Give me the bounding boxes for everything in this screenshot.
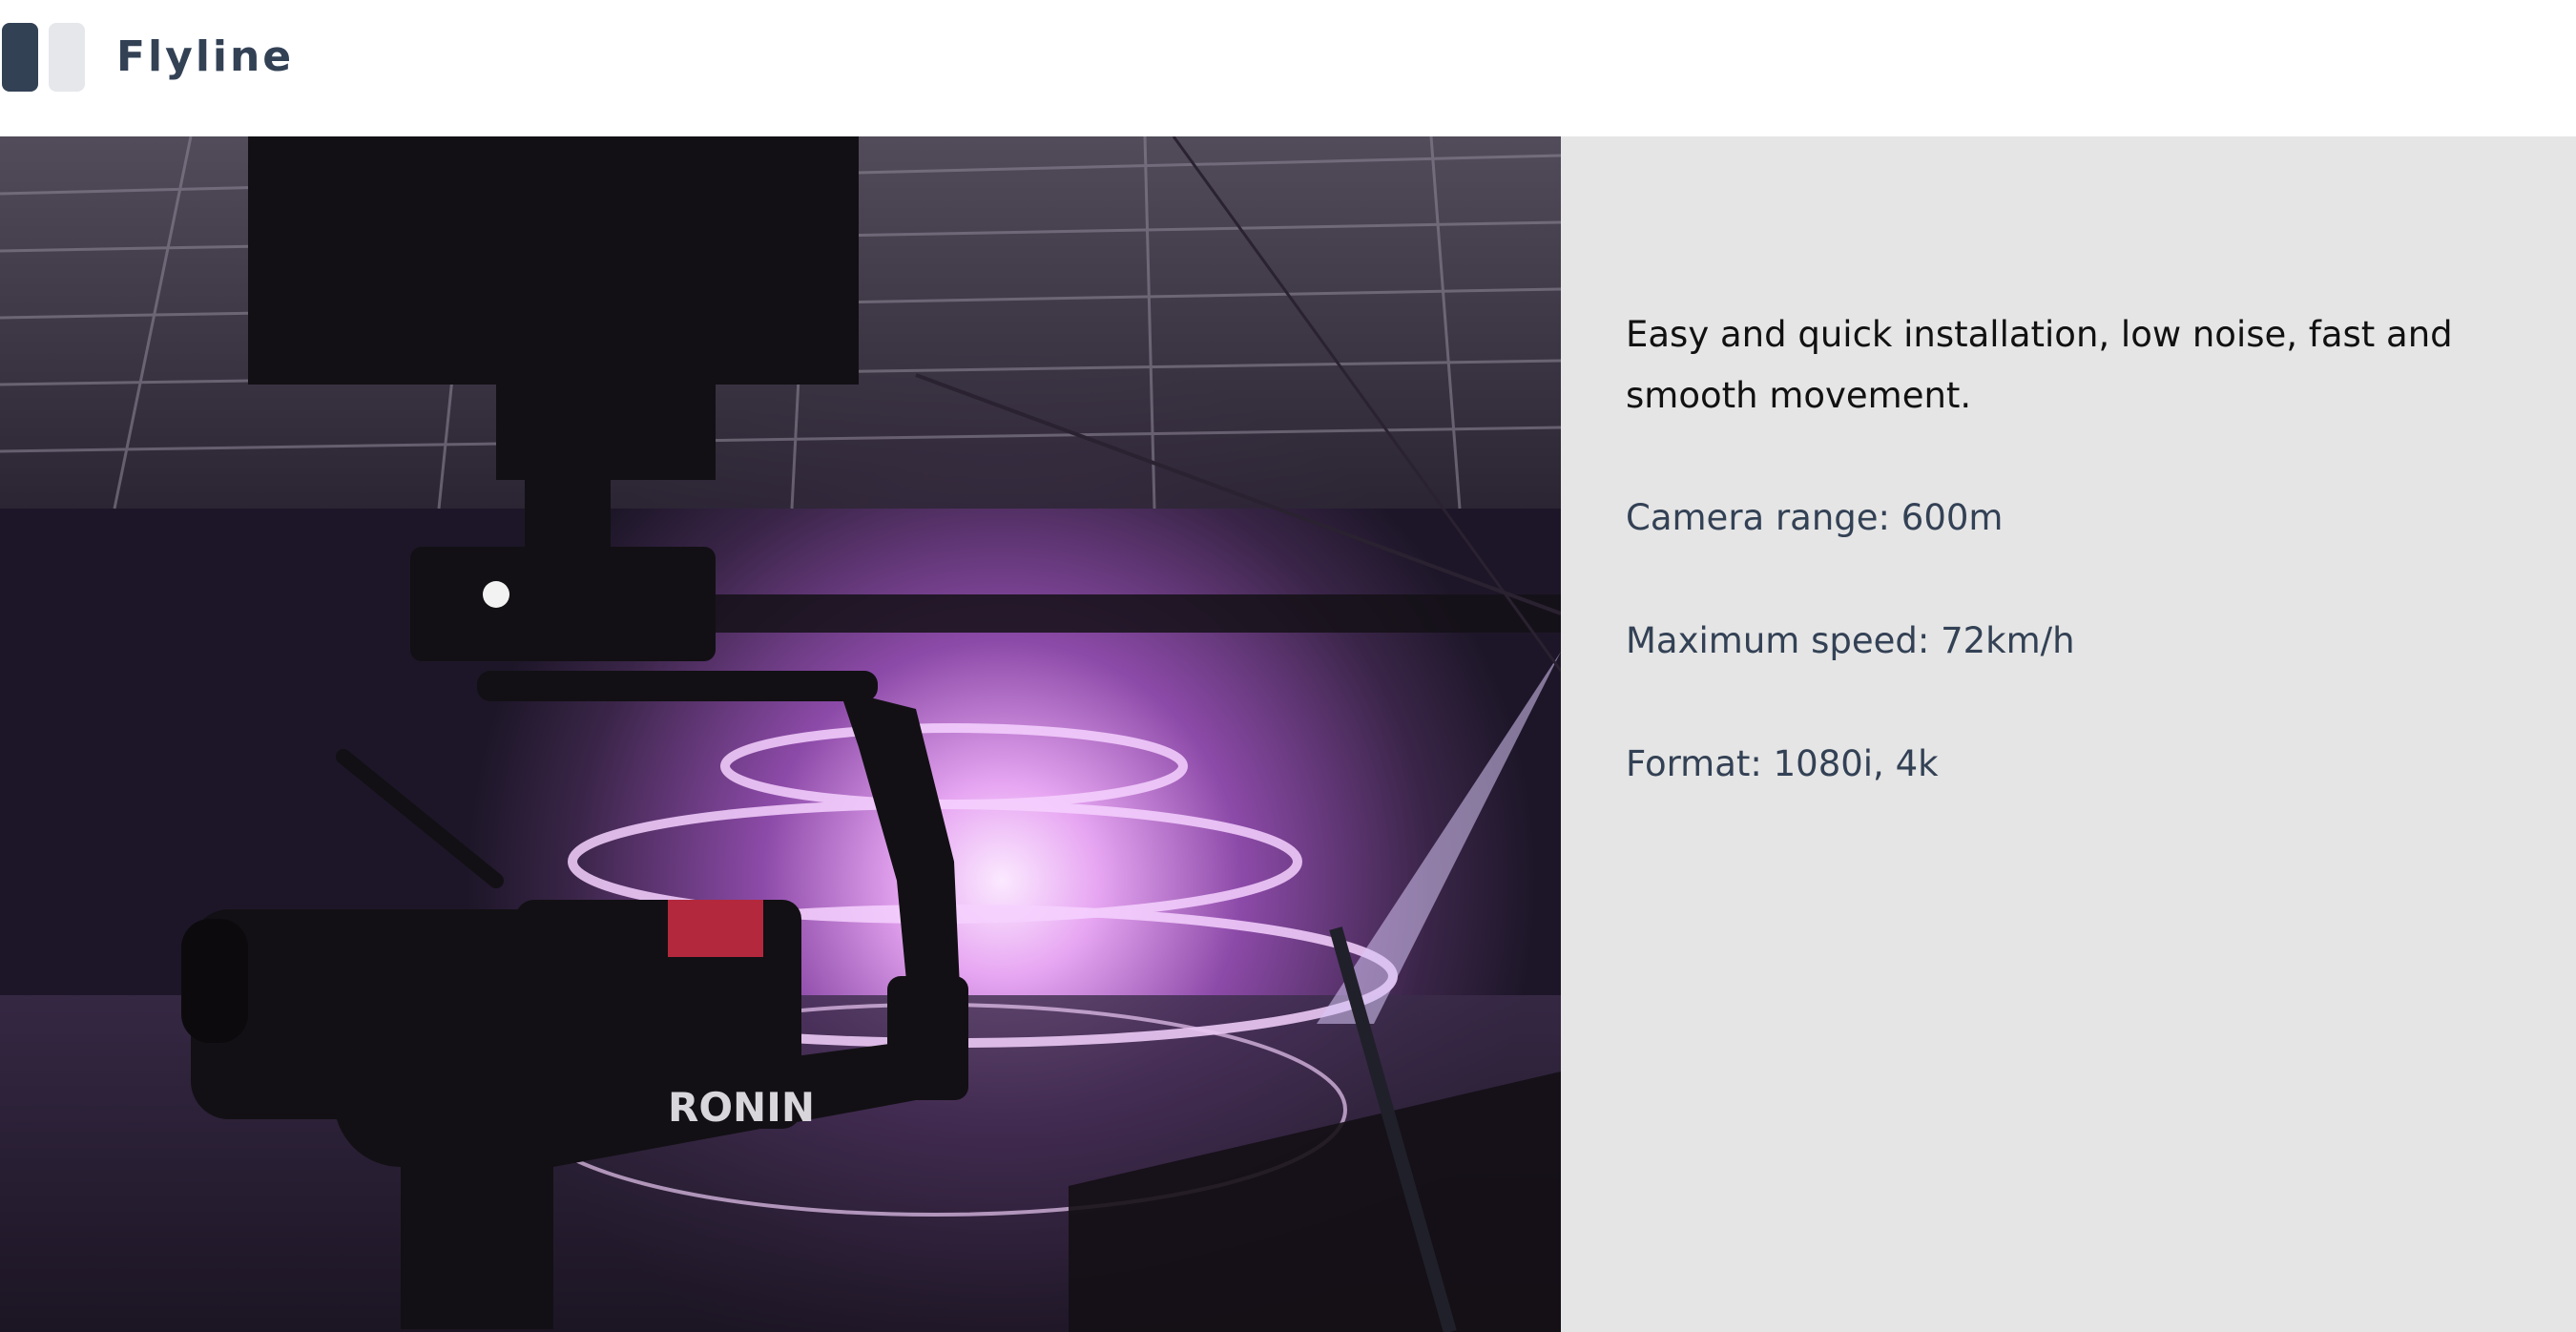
spec-maximum-speed: Maximum speed: 72km/h (1626, 620, 2075, 661)
menu-toggle-dark[interactable] (2, 23, 38, 92)
tagline: Easy and quick installation, low noise, … (1626, 314, 2453, 416)
spec-camera-range: Camera range: 600m (1626, 497, 2004, 538)
spec-format: Format: 1080i, 4k (1626, 743, 1939, 784)
menu-toggle-light[interactable] (49, 23, 85, 92)
site-header: Flyline (0, 0, 2576, 136)
brand-title[interactable]: Flyline (116, 27, 294, 88)
ronin-logo-text: RONIN (668, 1084, 815, 1131)
details-panel: Easy and quick installation, low noise, … (1561, 136, 2576, 1332)
hero-photo: RONIN (0, 136, 1561, 1332)
